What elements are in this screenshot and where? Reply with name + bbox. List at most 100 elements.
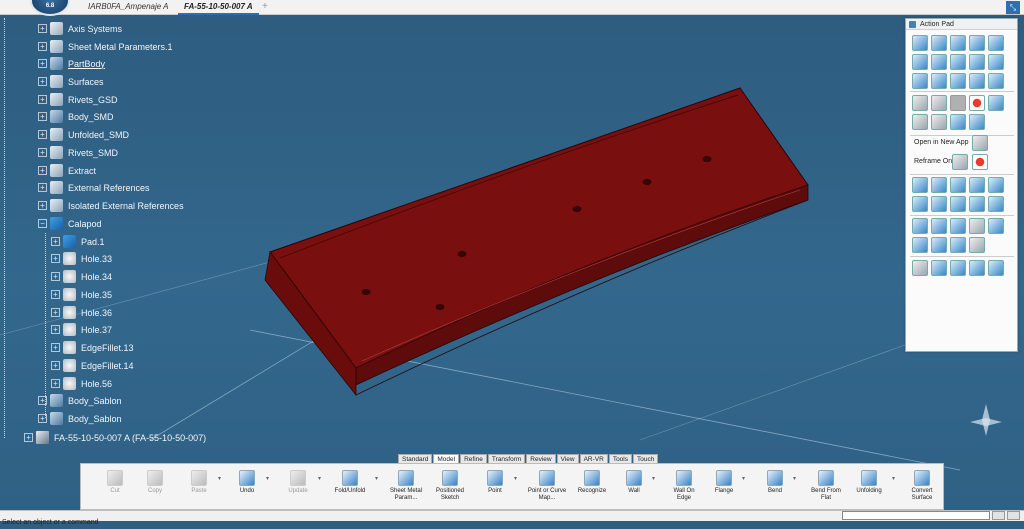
expand-icon[interactable]: + (38, 396, 47, 405)
expand-icon[interactable]: + (51, 325, 60, 334)
expand-icon[interactable]: + (51, 379, 60, 388)
action-pad[interactable]: Action Pad Open in New App Reframe On (905, 18, 1018, 352)
conical-bend-icon[interactable] (931, 54, 947, 70)
tree-item[interactable]: + Rivets_GSD (38, 91, 118, 108)
expand-icon[interactable]: + (38, 42, 47, 51)
bend-icon[interactable] (912, 54, 928, 70)
tree-item[interactable]: + Hole.35 (51, 286, 112, 303)
expand-icon[interactable]: + (38, 95, 47, 104)
tree-item[interactable]: + Extract (38, 162, 96, 179)
add-tab-button[interactable]: + (262, 0, 268, 13)
render-icon[interactable] (988, 95, 1004, 111)
tree-item[interactable]: + EdgeFillet.14 (51, 357, 134, 374)
wall-button[interactable]: Wall ▾ (621, 470, 655, 508)
open-in-new-app-label[interactable]: Open in New App (914, 139, 968, 146)
sheet-metal-part[interactable] (264, 87, 809, 397)
cursor-select-icon[interactable] (931, 95, 947, 111)
reframe-icon[interactable] (972, 154, 988, 170)
tree-item[interactable]: + Axis Systems (38, 20, 122, 37)
point-or-curve-mapping-button[interactable]: Point or Curve Map... (527, 470, 567, 508)
extrusion-icon[interactable] (950, 35, 966, 51)
measure-distance-icon[interactable] (950, 260, 966, 276)
dropdown-icon[interactable]: ▾ (793, 476, 796, 483)
rule-icon[interactable] (931, 260, 947, 276)
collapse-icon[interactable]: − (38, 219, 47, 228)
tree-item[interactable]: + Body_Sablon (38, 410, 122, 427)
expand-icon[interactable]: + (51, 308, 60, 317)
draft-analysis-icon[interactable] (950, 237, 966, 253)
cutout-icon[interactable] (912, 73, 928, 89)
dropdown-icon[interactable]: ▾ (652, 476, 655, 483)
tree-item[interactable]: + Rivets_SMD (38, 144, 118, 161)
measure-item-icon[interactable] (969, 260, 985, 276)
measure-between-icon[interactable] (988, 177, 1004, 193)
recognize-button[interactable]: Recognize (575, 470, 609, 508)
surface-stamp-icon[interactable] (988, 73, 1004, 89)
chamfer-icon[interactable] (969, 73, 985, 89)
search-icon[interactable] (969, 237, 985, 253)
tree-item[interactable]: + Isolated External References (38, 197, 184, 214)
stamp-icon[interactable] (950, 54, 966, 70)
sheet-metal-parameters-button[interactable]: Sheet Metal Param... (384, 470, 428, 508)
expand-icon[interactable]: + (51, 237, 60, 246)
bend-button[interactable]: Bend ▾ (762, 470, 796, 508)
reframe-on-label[interactable]: Reframe On (914, 158, 952, 165)
dropdown-icon[interactable]: ▾ (375, 476, 378, 483)
publish-icon[interactable] (912, 218, 928, 234)
3dexperience-compass-logo[interactable]: 6.8 (30, 0, 70, 16)
flange-button[interactable]: Flange ▾ (711, 470, 745, 508)
copy-button[interactable]: Copy (141, 470, 169, 508)
tree-item[interactable]: + EdgeFillet.13 (51, 339, 134, 356)
expand-icon[interactable]: + (51, 290, 60, 299)
expand-icon[interactable]: + (51, 361, 60, 370)
rotate-icon[interactable] (931, 196, 947, 212)
expand-icon[interactable]: + (24, 433, 33, 442)
edit-sketch-icon[interactable] (931, 177, 947, 193)
tree-icon[interactable] (952, 154, 968, 170)
tree-item[interactable]: + Hole.33 (51, 250, 112, 267)
tab-iarb0fa[interactable]: IARB0FA_Ampenaje A (82, 0, 174, 15)
wall-on-edge-icon[interactable] (931, 35, 947, 51)
expand-icon[interactable]: + (38, 130, 47, 139)
parameters-icon[interactable] (931, 218, 947, 234)
command-search-input[interactable] (842, 511, 990, 520)
expand-icon[interactable]: + (38, 414, 47, 423)
analysis-icon[interactable] (931, 237, 947, 253)
table-icon[interactable] (912, 177, 928, 193)
tree-item[interactable]: + Surfaces (38, 73, 104, 90)
flange-icon[interactable] (969, 35, 985, 51)
compass-icon[interactable] (966, 400, 1006, 440)
hem-icon[interactable] (988, 35, 1004, 51)
tree-item[interactable]: + Hole.56 (51, 375, 112, 392)
tree-item[interactable]: − Calapod (38, 215, 102, 232)
tree-item[interactable]: + PartBody (38, 55, 105, 72)
rendering-settings-icon[interactable] (988, 218, 1004, 234)
expand-icon[interactable]: + (38, 59, 47, 68)
compass-reset-icon[interactable] (931, 114, 947, 130)
stop-icon[interactable] (950, 95, 966, 111)
search-icon[interactable] (992, 511, 1005, 520)
inertia-icon[interactable] (988, 260, 1004, 276)
hole-icon[interactable] (931, 73, 947, 89)
record-icon[interactable] (969, 95, 985, 111)
measure-icon[interactable] (912, 114, 928, 130)
expand-icon[interactable]: + (38, 183, 47, 192)
expand-icon[interactable]: + (38, 166, 47, 175)
dropdown-icon[interactable]: ▾ (892, 476, 895, 483)
tree-item[interactable]: + Sheet Metal Parameters.1 (38, 38, 173, 55)
unfolding-button[interactable]: Unfolding ▾ (851, 470, 895, 508)
multi-view-icon[interactable] (950, 177, 966, 193)
bend-from-flat-button[interactable]: Bend From Flat (809, 470, 843, 508)
tree-item[interactable]: + External References (38, 179, 150, 196)
expand-icon[interactable]: + (38, 201, 47, 210)
expand-icon[interactable]: + (51, 343, 60, 352)
isometric-view-icon[interactable] (988, 196, 1004, 212)
fold-unfold-button[interactable]: Fold/Unfold ▾ (330, 470, 378, 508)
search-icon[interactable] (972, 135, 988, 151)
capture-icon[interactable] (969, 218, 985, 234)
undo-button[interactable]: Undo ▾ (233, 470, 269, 508)
tree-item[interactable]: + Hole.37 (51, 321, 112, 338)
pan-icon[interactable] (912, 196, 928, 212)
snap-icon[interactable] (950, 114, 966, 130)
tree-item[interactable]: + Hole.34 (51, 268, 112, 285)
